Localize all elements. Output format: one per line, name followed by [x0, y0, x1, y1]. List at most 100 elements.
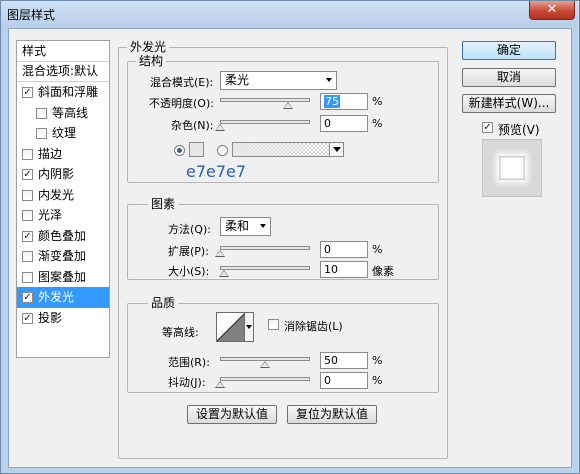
outer-glow-title: 外发光 — [127, 41, 170, 54]
color-annotation: e7e7e7 — [186, 162, 247, 181]
noise-slider-thumb[interactable] — [215, 124, 225, 131]
size-unit: 像素 — [372, 265, 394, 278]
jitter-unit: % — [372, 374, 383, 387]
technique-value: 柔和 — [225, 219, 250, 233]
new-style-button[interactable]: 新建样式(W)... — [462, 94, 556, 113]
noise-input[interactable]: 0 — [320, 115, 368, 132]
jitter-label: 抖动(J): — [168, 376, 206, 389]
style-checkbox[interactable]: ✓ — [22, 312, 33, 324]
style-preview — [482, 139, 542, 197]
style-checkbox[interactable]: ✓ — [22, 230, 33, 242]
contour-dropdown-button[interactable] — [244, 313, 253, 341]
antialias-label[interactable]: 消除锯齿(L) — [284, 318, 343, 334]
noise-unit: % — [372, 117, 383, 130]
blend-mode-select[interactable]: 柔光 — [220, 71, 337, 90]
technique-select[interactable]: 柔和 — [220, 217, 271, 236]
blend-mode-label: 混合模式(E): — [150, 76, 214, 89]
styles-list-item-label: 描边 — [38, 146, 63, 161]
styles-list-item[interactable]: 等高线 — [17, 103, 109, 124]
styles-list-item[interactable]: 光泽 — [17, 205, 109, 226]
style-checkbox[interactable] — [22, 210, 33, 221]
size-slider-track[interactable] — [220, 266, 310, 270]
range-slider-thumb[interactable] — [260, 361, 270, 368]
styles-list-item[interactable]: 内发光 — [17, 185, 109, 206]
styles-list-item-label: 外发光 — [38, 290, 75, 304]
gradient-dropdown-button[interactable] — [329, 143, 343, 156]
preview-label[interactable]: 预览(V) — [498, 121, 540, 138]
styles-list-item-label: 图案叠加 — [38, 269, 87, 284]
style-checkbox[interactable] — [36, 107, 47, 119]
reset-default-button[interactable]: 复位为默认值 — [287, 405, 377, 424]
styles-list-item-label: 斜面和浮雕 — [38, 85, 99, 99]
styles-list-items: ✓ 斜面和浮雕 等高线 纹理 描边 ✓ 内阴影 内发光 光泽 ✓ 颜色叠加 渐变叠加 图案叠加 ✓ 外发光 ✓… — [17, 82, 109, 328]
blend-mode-value: 柔光 — [225, 73, 250, 87]
style-checkbox[interactable] — [22, 271, 33, 283]
styles-list-item[interactable]: ✓ 内阴影 — [17, 164, 109, 185]
style-checkbox[interactable]: ✓ — [22, 87, 33, 98]
styles-list-item[interactable]: 纹理 — [17, 123, 109, 144]
structure-group: 结构 混合模式(E): 柔光 不透明度(O): 75 % 杂色(N): 0 % — [127, 55, 439, 183]
styles-list-item[interactable]: 描边 — [17, 144, 109, 165]
spread-unit: % — [372, 243, 383, 256]
jitter-slider-thumb[interactable] — [215, 381, 225, 388]
style-preview-swatch — [499, 156, 525, 180]
antialias-checkbox[interactable] — [268, 319, 279, 330]
styles-list-item-label: 内阴影 — [38, 167, 75, 181]
styles-list-header[interactable]: 样式 — [17, 41, 109, 62]
styles-list-item[interactable]: ✓ 颜色叠加 — [17, 226, 109, 247]
glow-color-swatch[interactable] — [189, 142, 204, 157]
noise-label: 杂色(N): — [171, 119, 214, 132]
style-checkbox[interactable]: ✓ — [22, 169, 33, 180]
noise-slider-track[interactable] — [220, 120, 310, 124]
make-default-button[interactable]: 设置为默认值 — [187, 405, 277, 424]
style-checkbox[interactable] — [22, 148, 33, 160]
contour-preview-icon — [217, 313, 245, 341]
close-button[interactable]: ✕ — [529, 1, 575, 20]
range-unit: % — [372, 354, 383, 367]
size-input[interactable]: 10 — [320, 261, 368, 278]
title-bar[interactable]: 图层样式 ✕ — [1, 1, 579, 27]
spread-input[interactable]: 0 — [320, 241, 368, 258]
contour-label: 等高线: — [162, 326, 199, 339]
dialog-client: 样式 混合选项:默认 ✓ 斜面和浮雕等高线 纹理描边 ✓ 内阴影内发光光泽 ✓ 颜色叠加渐变… — [8, 28, 572, 468]
opacity-slider-track[interactable] — [220, 98, 310, 102]
styles-list-item-label: 光泽 — [38, 208, 63, 222]
styles-list-item[interactable]: ✓ 斜面和浮雕 — [17, 82, 109, 103]
preview-checkbox[interactable]: ✓ — [482, 122, 493, 133]
gradient-radio[interactable] — [217, 145, 228, 156]
opacity-input[interactable]: 75 — [320, 93, 368, 110]
opacity-slider-thumb[interactable] — [282, 102, 293, 109]
style-checkbox[interactable] — [22, 251, 33, 262]
cancel-button[interactable]: 取消 — [462, 68, 556, 87]
opacity-unit: % — [372, 95, 383, 108]
quality-title: 品质 — [148, 297, 179, 310]
styles-list-item-label: 渐变叠加 — [38, 249, 87, 263]
spread-slider-track[interactable] — [220, 246, 310, 250]
solid-color-radio[interactable] — [174, 145, 185, 156]
styles-list-item[interactable]: ✓ 外发光 — [17, 287, 109, 308]
jitter-slider-track[interactable] — [220, 377, 310, 381]
size-slider-thumb[interactable] — [218, 270, 229, 277]
style-checkbox[interactable]: ✓ — [22, 292, 33, 303]
size-label: 大小(S): — [168, 265, 210, 278]
spread-slider-thumb[interactable] — [215, 250, 225, 257]
opacity-value: 75 — [324, 95, 340, 108]
range-input[interactable]: 50 — [320, 352, 368, 369]
blending-options-item[interactable]: 混合选项:默认 — [17, 62, 109, 82]
contour-picker[interactable] — [216, 312, 254, 342]
structure-title: 结构 — [136, 55, 167, 68]
opacity-label: 不透明度(O): — [149, 97, 214, 110]
styles-list-item[interactable]: 渐变叠加 — [17, 246, 109, 267]
gradient-preview — [233, 143, 329, 156]
spread-label: 扩展(P): — [168, 245, 209, 258]
styles-list-item[interactable]: 图案叠加 — [17, 267, 109, 288]
chevron-down-icon — [333, 147, 341, 152]
styles-list-item[interactable]: ✓ 投影 — [17, 308, 109, 329]
gradient-picker[interactable] — [232, 142, 344, 157]
styles-list-item-label: 内发光 — [38, 187, 75, 202]
style-checkbox[interactable] — [22, 189, 33, 201]
jitter-input[interactable]: 0 — [320, 372, 368, 389]
style-checkbox[interactable] — [36, 128, 47, 139]
styles-list-item-label: 投影 — [38, 310, 63, 325]
ok-button[interactable]: 确定 — [462, 41, 556, 60]
